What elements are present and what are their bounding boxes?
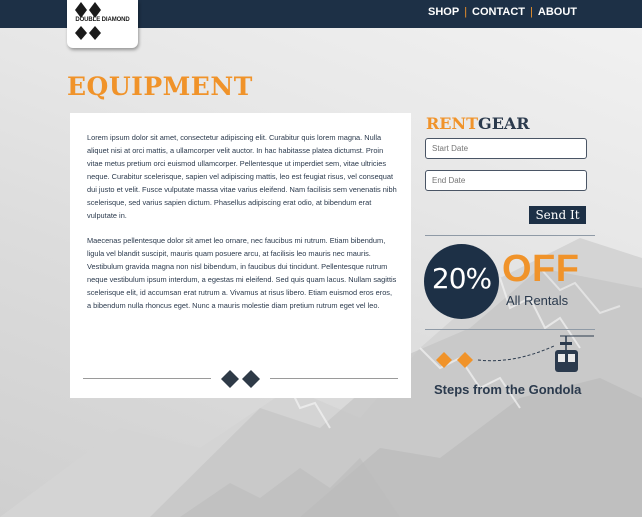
content-card: Lorem ipsum dolor sit amet, consectetur … [70,113,411,398]
discount-badge: 20% [424,244,499,319]
discount-off-label: OFF [502,248,580,290]
main-nav: SHOP | CONTACT | ABOUT [428,6,577,18]
divider-line [83,378,211,379]
nav-shop-link[interactable]: SHOP [428,6,459,18]
send-it-button[interactable]: Send It [529,206,586,224]
rent-gear-heading-part1: RENT [426,114,479,133]
discount-subtitle: All Rentals [506,293,569,308]
sidebar-divider [425,329,595,330]
double-diamond-icon [75,2,101,40]
logo-text: DOUBLE DIAMOND [75,17,130,23]
nav-about-link[interactable]: ABOUT [538,6,577,18]
orange-diamond-icon [457,352,473,368]
nav-separator: | [464,6,468,18]
nav-separator: | [530,6,533,18]
discount-percent: 20% [431,262,492,295]
body-paragraph: Lorem ipsum dolor sit amet, consectetur … [87,133,397,220]
gondola-graphic [436,335,594,372]
logo[interactable]: DOUBLE DIAMOND [67,0,138,48]
sidebar-divider [425,235,595,236]
orange-diamond-icon [436,352,452,368]
start-date-input[interactable] [425,138,587,159]
gondola-icon [555,342,578,372]
nav-contact-link[interactable]: CONTACT [472,6,525,18]
page-title: EQUIPMENT [67,72,253,101]
body-paragraph: Maecenas pellentesque dolor sit amet leo… [87,236,397,310]
rent-gear-heading: RENTGEAR [426,114,530,133]
end-date-input[interactable] [425,170,587,191]
rent-gear-heading-part2: GEAR [478,114,530,133]
double-diamond-divider-icon [221,370,260,388]
gondola-caption: Steps from the Gondola [434,382,582,397]
divider-line [270,378,398,379]
